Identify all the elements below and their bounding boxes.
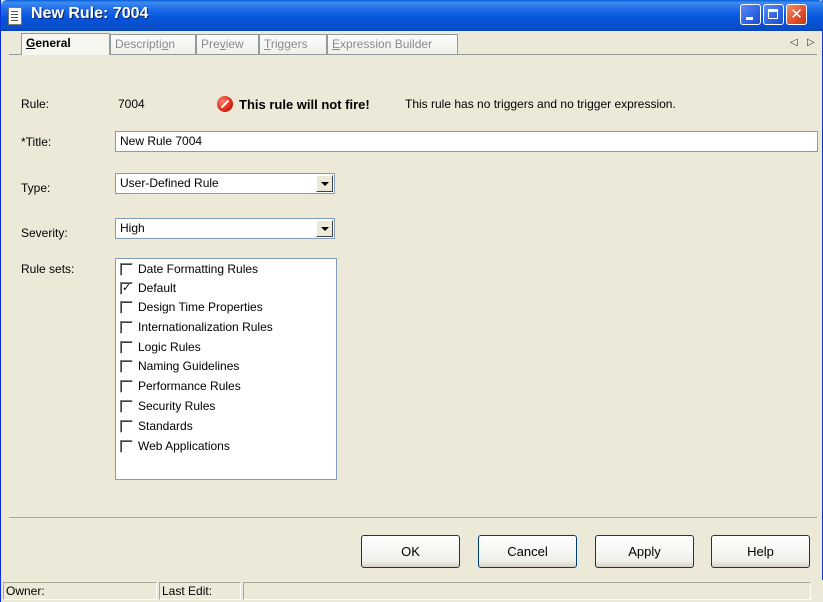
ruleset-item-label: Date Formatting Rules bbox=[138, 262, 259, 276]
severity-label: Severity: bbox=[21, 226, 68, 240]
status-last-edit-label: Last Edit: bbox=[159, 582, 241, 600]
ruleset-item-label: Naming Guidelines bbox=[138, 359, 240, 373]
tab-preview-label-pre: Pre bbox=[201, 37, 220, 51]
severity-dropdown[interactable]: High bbox=[115, 218, 335, 239]
chevron-down-icon[interactable] bbox=[316, 175, 333, 192]
ruleset-item-label: Performance Rules bbox=[138, 379, 241, 393]
close-button[interactable]: ✕ bbox=[786, 4, 807, 25]
ruleset-checkbox[interactable] bbox=[120, 341, 133, 354]
checkmark-icon: ✓ bbox=[122, 281, 132, 294]
ruleset-checkbox[interactable]: ✓ bbox=[120, 281, 133, 295]
tab-description[interactable]: Description bbox=[110, 34, 196, 54]
tab-triggers-label-mnemonic: T bbox=[264, 37, 271, 51]
minimize-icon bbox=[746, 17, 753, 20]
tab-preview[interactable]: Preview bbox=[196, 34, 259, 54]
ruleset-item-label: Default bbox=[138, 281, 177, 295]
tab-general-label-post: eneral bbox=[35, 36, 71, 50]
ruleset-checkbox[interactable] bbox=[120, 420, 133, 433]
rule-dialog-window: New Rule: 7004 ✕ General Description Pre… bbox=[0, 0, 823, 602]
ruleset-checkbox[interactable] bbox=[120, 301, 133, 314]
cancel-button[interactable]: Cancel bbox=[478, 535, 577, 568]
title-label: *Title: bbox=[21, 135, 52, 149]
tab-expression-builder[interactable]: Expression Builder bbox=[327, 34, 458, 54]
window-title: New Rule: 7004 bbox=[31, 5, 149, 22]
tab-expression-builder-label-mnemonic: E bbox=[332, 37, 341, 51]
status-last-edit-value bbox=[243, 582, 811, 600]
tab-general[interactable]: General bbox=[21, 33, 110, 55]
title-input[interactable]: New Rule 7004 bbox=[115, 131, 818, 152]
tab-preview-label-post: iew bbox=[225, 37, 244, 51]
app-document-icon bbox=[8, 7, 22, 25]
tab-scroll-left-icon[interactable]: ◁ bbox=[790, 37, 798, 48]
title-bar[interactable]: New Rule: 7004 ✕ bbox=[1, 0, 823, 31]
ruleset-checkbox[interactable] bbox=[120, 321, 133, 334]
status-owner: Owner: bbox=[3, 582, 157, 600]
severity-dropdown-value: High bbox=[120, 221, 145, 235]
chevron-down-icon[interactable] bbox=[316, 220, 333, 237]
tab-scroll-right-icon[interactable]: ▷ bbox=[807, 37, 815, 48]
apply-button[interactable]: Apply bbox=[595, 535, 694, 568]
ruleset-item-label: Design Time Properties bbox=[138, 300, 263, 314]
no-entry-icon bbox=[217, 96, 233, 112]
warning-headline: This rule will not fire! bbox=[239, 97, 370, 112]
status-bar: Owner: Last Edit: bbox=[1, 580, 823, 602]
rule-number: 7004 bbox=[118, 97, 145, 111]
ok-button[interactable]: OK bbox=[361, 535, 460, 568]
ruleset-checkbox[interactable] bbox=[120, 360, 133, 373]
ruleset-checkbox[interactable] bbox=[120, 263, 133, 276]
help-button[interactable]: Help bbox=[711, 535, 810, 568]
ruleset-item-label: Logic Rules bbox=[138, 340, 201, 354]
type-dropdown-value: User-Defined Rule bbox=[120, 176, 219, 190]
ruleset-item-label: Standards bbox=[138, 419, 193, 433]
maximize-button[interactable] bbox=[763, 4, 784, 25]
tab-general-label-mnemonic: G bbox=[26, 36, 36, 50]
tab-triggers[interactable]: Triggers bbox=[259, 34, 327, 54]
close-icon: ✕ bbox=[790, 5, 803, 23]
ruleset-checkbox[interactable] bbox=[120, 380, 133, 393]
rule-label: Rule: bbox=[21, 97, 50, 111]
type-dropdown[interactable]: User-Defined Rule bbox=[115, 173, 335, 194]
ruleset-checkbox[interactable] bbox=[120, 400, 133, 413]
ruleset-checkbox[interactable] bbox=[120, 440, 133, 453]
tab-description-label-pre: Descripti bbox=[115, 37, 162, 51]
minimize-button[interactable] bbox=[740, 4, 761, 25]
ruleset-item-label: Security Rules bbox=[138, 399, 216, 413]
ruleset-item-label: Internationalization Rules bbox=[138, 320, 273, 334]
tab-triggers-label-post: riggers bbox=[270, 37, 308, 51]
tab-description-label-post: n bbox=[168, 37, 176, 51]
ruleset-checklist[interactable]: Date Formatting Rules ✓ Default Design T… bbox=[115, 258, 337, 480]
warning-message: This rule has no triggers and no trigger… bbox=[405, 97, 676, 111]
tab-expression-builder-label-post: xpression Builder bbox=[340, 37, 433, 51]
ruleset-item-label: Web Applications bbox=[138, 439, 230, 453]
type-label: Type: bbox=[21, 181, 51, 195]
rulesets-label: Rule sets: bbox=[21, 262, 75, 276]
button-separator bbox=[9, 517, 817, 518]
maximize-icon bbox=[768, 9, 778, 19]
